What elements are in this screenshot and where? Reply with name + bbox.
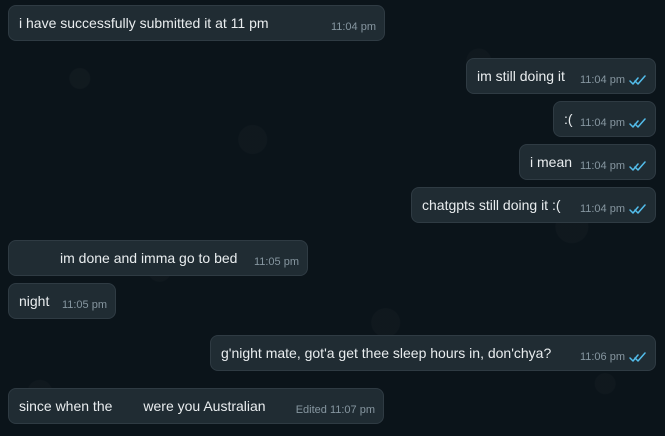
message-text-part: since when the — [19, 398, 113, 414]
message-meta: 11:04 pm — [331, 22, 376, 33]
message-meta: 11:04 pm — [580, 203, 647, 215]
message-text: i mean — [530, 154, 573, 170]
message-bubble[interactable]: :( 11:04 pm — [553, 101, 656, 137]
message-meta: 11:05 pm — [62, 300, 107, 311]
message-time: 11:06 pm — [579, 350, 625, 363]
message-bubble[interactable]: i mean 11:04 pm — [519, 144, 656, 180]
message-meta: Edited 11:07 pm — [296, 405, 375, 416]
message-meta: 11:06 pm — [580, 351, 647, 363]
message-bubble[interactable]: im done and imma go to bed 11:05 pm — [8, 240, 308, 276]
message-meta: 11:04 pm — [580, 160, 647, 172]
message-bubble[interactable]: im still doing it 11:04 pm — [466, 58, 656, 94]
double-check-icon — [629, 203, 647, 215]
chat-window: i have successfully submitted it at 11 p… — [0, 0, 665, 436]
message-time: 11:05 pm — [253, 256, 299, 268]
message-meta: 11:05 pm — [254, 257, 299, 268]
message-text: im still doing it — [477, 68, 565, 84]
message-bubble[interactable]: g'night mate, got'a get thee sleep hours… — [210, 335, 656, 371]
double-check-icon — [629, 117, 647, 129]
double-check-icon — [629, 351, 647, 363]
double-check-icon — [629, 160, 647, 172]
message-time: 11:04 pm — [579, 116, 625, 129]
message-text: chatgpts still doing it :( — [422, 197, 561, 213]
message-meta: 11:04 pm — [580, 117, 647, 129]
double-check-icon — [629, 74, 647, 86]
message-bubble[interactable]: i have successfully submitted it at 11 p… — [8, 5, 385, 41]
message-text-part: were you Australian — [143, 398, 266, 414]
message-meta: 11:04 pm — [580, 74, 647, 86]
message-bubble[interactable]: since when the were you Australian Edited… — [8, 388, 384, 424]
message-text: :( — [564, 111, 573, 127]
message-text: i have successfully submitted it at 11 p… — [19, 15, 269, 31]
message-text: im done and imma go to bed — [60, 250, 238, 266]
message-time: 11:04 pm — [579, 202, 625, 215]
message-time: Edited 11:07 pm — [295, 404, 375, 416]
message-time: 11:05 pm — [61, 299, 107, 311]
message-time: 11:04 pm — [330, 21, 376, 33]
message-time: 11:04 pm — [579, 159, 625, 172]
message-text: night — [19, 293, 50, 309]
message-time: 11:04 pm — [579, 73, 625, 86]
message-bubble[interactable]: night 11:05 pm — [8, 283, 116, 319]
message-bubble[interactable]: chatgpts still doing it :( 11:04 pm — [411, 187, 656, 223]
message-text: g'night mate, got'a get thee sleep hours… — [221, 345, 552, 361]
message-text-group: since when the were you Australian — [19, 399, 266, 413]
